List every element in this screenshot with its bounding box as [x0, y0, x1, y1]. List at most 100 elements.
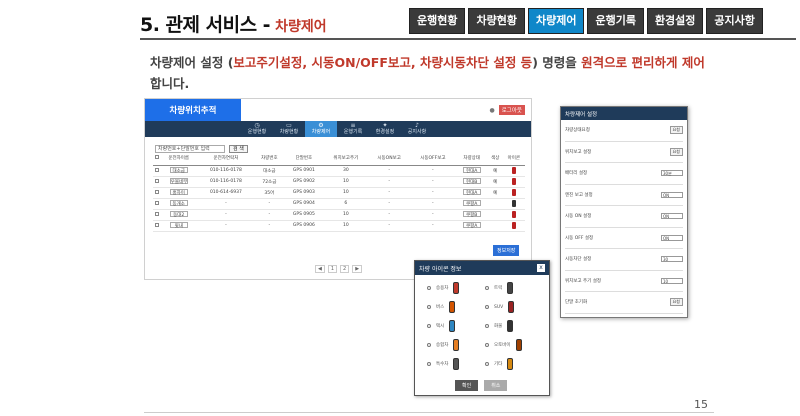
vehicle-state-select[interactable]: 현대B — [462, 178, 481, 185]
nav-notices[interactable]: ♪ 공지사항 — [401, 121, 433, 137]
setting-row: 위치보고 주기 설정 10 — [565, 271, 683, 292]
icon-option[interactable]: 오토바이 — [485, 338, 543, 352]
save-info-button[interactable]: 정보저장 — [493, 245, 520, 256]
driver-name-field[interactable]: 동대2 — [169, 211, 188, 218]
tab-driving-records[interactable]: 운행기록 — [587, 8, 644, 34]
setting-select[interactable]: ON — [661, 191, 683, 198]
device-number: GPS 0906 — [292, 223, 315, 228]
radio-button[interactable] — [427, 305, 431, 309]
icon-option[interactable]: 화물 — [485, 319, 543, 333]
driver-name-field[interactable]: 홍자이 — [169, 189, 188, 196]
vehicle-state-select[interactable]: 쿠팡A — [462, 200, 481, 207]
tab-vehicle-status[interactable]: 차량현황 — [468, 8, 525, 34]
row-checkbox[interactable] — [154, 167, 159, 172]
icon-option[interactable]: SUV — [485, 300, 543, 314]
vehicle-plate: 72소금 — [262, 179, 277, 185]
setting-select[interactable]: ON — [661, 234, 683, 241]
radio-button[interactable] — [485, 324, 489, 328]
nav-vehicle-control[interactable]: ⚙ 차량제어 — [305, 121, 337, 137]
vehicle-state-select[interactable]: 쿠팡B — [462, 211, 481, 218]
vehicle-icon — [515, 339, 522, 351]
nav-vehicle-status[interactable]: ▭ 차량현황 — [273, 121, 305, 137]
app-nav: ◷ 운행현황 ▭ 차량현황 ⚙ 차량제어 ≡ 운행기록 ✦ 환경설정 ♪ 공지사항 — [145, 121, 531, 137]
vehicle-icon[interactable] — [511, 211, 516, 218]
setting-select[interactable]: 10 — [661, 277, 683, 284]
radio-button[interactable] — [485, 305, 489, 309]
tab-notices[interactable]: 공지사항 — [706, 8, 763, 34]
row-checkbox[interactable] — [154, 200, 159, 205]
vehicle-icon[interactable] — [511, 200, 516, 207]
request-button[interactable]: 요청 — [669, 126, 683, 135]
vehicle-state-select[interactable]: 현대A — [462, 167, 481, 174]
vehicle-icon[interactable] — [511, 167, 516, 174]
page-1-button[interactable]: 1 — [327, 265, 338, 273]
setting-select[interactable]: 30 — [661, 256, 683, 263]
icon-option[interactable]: 승용차 — [427, 281, 485, 295]
driver-phone: - — [225, 201, 227, 206]
request-button[interactable]: 요청 — [669, 147, 683, 156]
setting-select[interactable]: 30분 — [661, 170, 683, 177]
option-label: 택시 — [436, 324, 445, 329]
table-row: 동개소 - - GPS 0904 6 - - 쿠팡A — [153, 198, 525, 210]
close-icon[interactable]: x — [537, 264, 545, 272]
radio-button[interactable] — [427, 286, 431, 290]
cancel-button[interactable]: 취소 — [484, 380, 508, 391]
device-number: GPS 0901 — [292, 168, 315, 173]
driver-name-field[interactable]: 대소금 — [169, 167, 188, 174]
vehicle-icon[interactable] — [511, 178, 516, 185]
row-checkbox[interactable] — [154, 211, 159, 216]
option-label: 오토바이 — [494, 343, 511, 348]
setting-select[interactable]: ON — [661, 213, 683, 220]
confirm-button[interactable]: 확인 — [455, 380, 479, 391]
radio-button[interactable] — [427, 362, 431, 366]
option-label: SUV — [494, 304, 504, 310]
driver-name-field[interactable]: 윗내 — [169, 222, 188, 229]
device-number: GPS 0905 — [292, 212, 315, 217]
tab-settings[interactable]: 환경설정 — [646, 8, 704, 34]
prev-page-button[interactable]: ◀ — [315, 265, 325, 273]
ignition-on: - — [388, 223, 390, 228]
next-page-button[interactable]: ▶ — [352, 265, 363, 273]
tab-vehicle-control[interactable]: 차량제어 — [527, 8, 585, 34]
driver-name-field[interactable]: 동개소 — [169, 200, 188, 207]
device-number: GPS 0902 — [292, 179, 315, 184]
row-checkbox[interactable] — [154, 189, 159, 194]
setting-label: 시동차단 설정 — [565, 257, 592, 263]
nav-settings[interactable]: ✦ 환경설정 — [369, 121, 401, 137]
vehicle-color: 예 — [493, 168, 498, 174]
icon-option[interactable]: 트럭 — [485, 281, 543, 295]
vehicle-state-select[interactable]: 쿠팡A — [462, 222, 481, 229]
request-button[interactable]: 요청 — [669, 298, 683, 307]
footer-divider — [144, 412, 714, 413]
device-number: GPS 0904 — [292, 201, 315, 206]
vehicle-icon[interactable] — [511, 222, 516, 229]
nav-driving-records[interactable]: ≡ 운행기록 — [337, 121, 369, 137]
row-checkbox[interactable] — [154, 178, 159, 183]
radio-button[interactable] — [427, 324, 431, 328]
vehicle-state-select[interactable]: 현대A — [462, 189, 481, 196]
page-2-button[interactable]: 2 — [340, 265, 350, 273]
driver-name-field[interactable]: 우볼네무 — [169, 178, 188, 185]
logout-button[interactable]: 로그아웃 — [498, 105, 525, 115]
icon-option[interactable]: 승합차 — [427, 338, 485, 352]
radio-button[interactable] — [427, 343, 431, 347]
nav-operation-status[interactable]: ◷ 운행현황 — [241, 121, 273, 137]
icon-option[interactable]: 특수차 — [427, 357, 485, 371]
icon-option[interactable]: 기타 — [485, 357, 543, 371]
radio-button[interactable] — [485, 362, 489, 366]
icon-option[interactable]: 택시 — [427, 319, 485, 333]
setting-label: 단말 초기화 — [565, 300, 588, 306]
tab-operation-status[interactable]: 운행현황 — [409, 8, 466, 34]
icon-option[interactable]: 버스 — [427, 300, 485, 314]
ignition-off: - — [432, 190, 434, 195]
row-checkbox[interactable] — [154, 222, 159, 227]
setting-label: 배터리 설정 — [565, 171, 588, 177]
radio-button[interactable] — [485, 343, 489, 347]
page-number: 15 — [694, 398, 708, 411]
ignition-off: - — [432, 223, 434, 228]
vehicle-icon[interactable] — [511, 189, 516, 196]
radio-button[interactable] — [485, 286, 489, 290]
option-label: 기타 — [494, 362, 503, 367]
vehicle-icon — [507, 320, 514, 332]
select-all-checkbox[interactable] — [154, 154, 159, 159]
